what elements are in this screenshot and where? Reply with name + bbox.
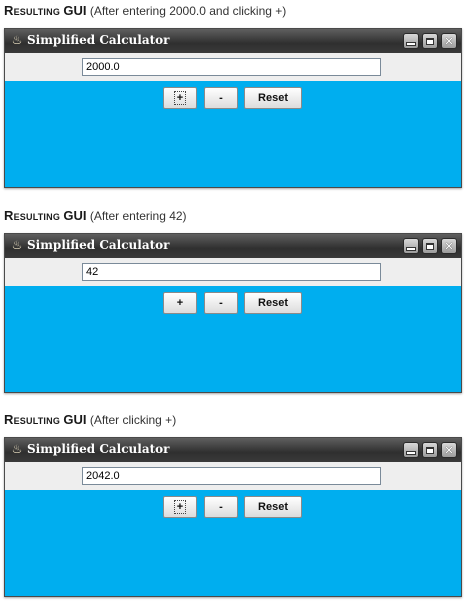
caption-lead: Resulting (4, 3, 61, 18)
reset-button[interactable]: Reset (244, 87, 302, 109)
maximize-icon (426, 242, 434, 250)
minus-button-label: - (219, 297, 223, 309)
maximize-icon (426, 446, 434, 454)
input-panel: 42 (5, 258, 461, 286)
caption-text: (After entering 2000.0 and clicking +) (86, 4, 287, 18)
minimize-button[interactable] (403, 442, 419, 458)
minus-button-label: - (219, 501, 223, 513)
title-bar[interactable]: ♨ Simplified Calculator ✕ (5, 29, 461, 53)
minimize-icon (406, 247, 416, 251)
title-bar[interactable]: ♨ Simplified Calculator ✕ (5, 438, 461, 462)
close-icon: ✕ (444, 443, 454, 457)
calculator-window: ♨ Simplified Calculator ✕ 2000.0 + - Res… (4, 28, 462, 188)
plus-button-label: + (176, 297, 184, 309)
caption: Resulting GUI (After entering 42) (4, 208, 187, 223)
caption: Resulting GUI (After entering 2000.0 and… (4, 3, 286, 18)
close-button[interactable]: ✕ (441, 33, 457, 49)
plus-button[interactable]: + (163, 87, 197, 109)
number-input[interactable]: 42 (82, 263, 381, 281)
caption-lead: Resulting (4, 412, 61, 427)
minus-button[interactable]: - (204, 496, 238, 518)
caption-gui: GUI (63, 3, 87, 18)
close-button[interactable]: ✕ (441, 442, 457, 458)
close-icon: ✕ (444, 34, 454, 48)
close-button[interactable]: ✕ (441, 238, 457, 254)
minimize-button[interactable] (403, 238, 419, 254)
maximize-button[interactable] (422, 33, 438, 49)
minus-button-label: - (219, 92, 223, 104)
title-bar[interactable]: ♨ Simplified Calculator ✕ (5, 234, 461, 258)
minimize-icon (406, 42, 416, 46)
minimize-button[interactable] (403, 33, 419, 49)
number-input[interactable]: 2000.0 (82, 58, 381, 76)
plus-button[interactable]: + (163, 496, 197, 518)
reset-button-label: Reset (258, 297, 288, 309)
caption-gui: GUI (63, 208, 87, 223)
minus-button[interactable]: - (204, 87, 238, 109)
java-cup-icon: ♨ (11, 33, 23, 47)
button-panel: + - Reset (5, 286, 461, 392)
input-panel: 2000.0 (5, 53, 461, 81)
window-title: Simplified Calculator (27, 238, 170, 252)
maximize-icon (426, 37, 434, 45)
reset-button-label: Reset (258, 92, 288, 104)
reset-button[interactable]: Reset (244, 496, 302, 518)
reset-button-label: Reset (258, 501, 288, 513)
plus-button-label: + (173, 91, 187, 105)
java-cup-icon: ♨ (11, 442, 23, 456)
maximize-button[interactable] (422, 238, 438, 254)
reset-button[interactable]: Reset (244, 292, 302, 314)
minimize-icon (406, 451, 416, 455)
caption-text: (After entering 42) (86, 209, 187, 223)
plus-button-label: + (173, 500, 187, 514)
calculator-window: ♨ Simplified Calculator ✕ 2042.0 + - Res… (4, 437, 462, 597)
button-panel: + - Reset (5, 81, 461, 187)
caption-text: (After clicking +) (86, 413, 177, 427)
plus-button[interactable]: + (163, 292, 197, 314)
close-icon: ✕ (444, 239, 454, 253)
caption-gui: GUI (63, 412, 87, 427)
window-title: Simplified Calculator (27, 442, 170, 456)
calculator-window: ♨ Simplified Calculator ✕ 42 + - Reset (4, 233, 462, 393)
minus-button[interactable]: - (204, 292, 238, 314)
input-panel: 2042.0 (5, 462, 461, 490)
caption-lead: Resulting (4, 208, 61, 223)
maximize-button[interactable] (422, 442, 438, 458)
number-input[interactable]: 2042.0 (82, 467, 381, 485)
java-cup-icon: ♨ (11, 238, 23, 252)
button-panel: + - Reset (5, 490, 461, 596)
window-title: Simplified Calculator (27, 33, 170, 47)
caption: Resulting GUI (After clicking +) (4, 412, 176, 427)
